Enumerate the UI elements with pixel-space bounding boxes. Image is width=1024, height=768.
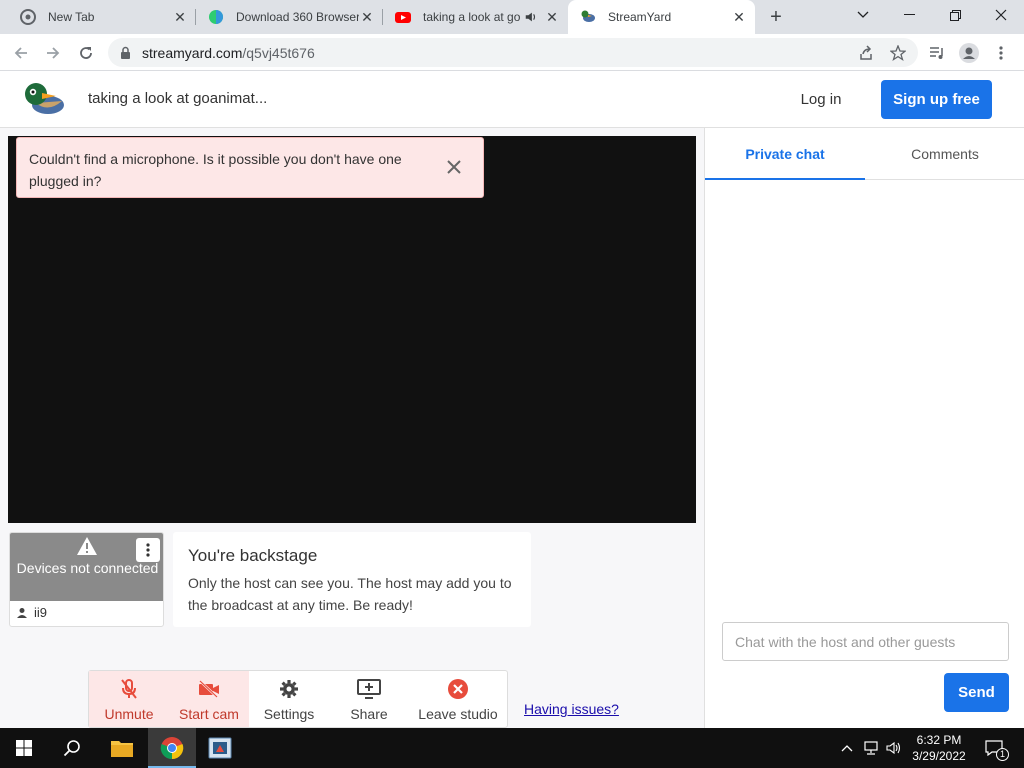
leave-icon (446, 677, 470, 701)
app-taskbar-icon[interactable] (196, 728, 244, 768)
signup-button[interactable]: Sign up free (881, 80, 992, 119)
microphone-alert: Couldn't find a microphone. Is it possib… (16, 137, 484, 198)
browser-tab-strip: New Tab ✕ Download 360 Browser ✕ taking … (0, 0, 1024, 34)
broadcast-title: taking a look at goanimat... (88, 90, 268, 107)
backstage-title: You're backstage (188, 546, 318, 565)
mic-off-icon (117, 677, 141, 701)
browser-tab-360[interactable]: Download 360 Browser ✕ (196, 0, 383, 34)
person-icon (17, 607, 27, 618)
participant-tile[interactable]: Devices not connected ii9 (9, 532, 164, 627)
send-button[interactable]: Send (944, 673, 1009, 712)
studio-controls: Unmute Start cam Settings Share Leave st… (88, 670, 508, 728)
share-page-icon[interactable] (855, 42, 877, 64)
start-windows-icon[interactable] (0, 728, 48, 768)
close-tab-icon[interactable]: ✕ (359, 9, 375, 25)
close-tab-icon[interactable]: ✕ (731, 9, 747, 25)
notification-count-badge: 1 (996, 748, 1009, 761)
participant-name: ii9 (16, 605, 47, 620)
back-arrow-icon[interactable] (10, 42, 32, 64)
share-screen-icon (357, 677, 381, 701)
chat-input[interactable] (722, 622, 1009, 661)
browser-menu-icon[interactable] (990, 42, 1012, 64)
chat-tabs: Private chat Comments (705, 128, 1024, 180)
chat-panel: Private chat Comments Send (704, 128, 1024, 728)
lock-icon[interactable] (120, 46, 131, 59)
leave-studio-button[interactable]: Leave studio (409, 671, 507, 727)
bookmark-star-icon[interactable] (887, 42, 909, 64)
browser-tab-streamyard[interactable]: StreamYard ✕ (568, 0, 755, 34)
tab-title: New Tab (48, 10, 95, 24)
windows-taskbar: 6:32 PM 3/29/2022 1 (0, 728, 1024, 768)
chevron-up-icon[interactable] (838, 740, 856, 756)
profile-avatar-icon[interactable] (958, 42, 980, 64)
close-tab-icon[interactable]: ✕ (544, 9, 560, 25)
close-window-icon[interactable] (978, 0, 1024, 30)
chrome-icon (20, 9, 36, 25)
reload-icon[interactable] (75, 42, 97, 64)
browser-toolbar: streamyard.com/q5vj45t676 (0, 34, 1024, 71)
youtube-icon (395, 12, 411, 23)
having-issues-link[interactable]: Having issues? (524, 701, 619, 717)
tab-private-chat[interactable]: Private chat (705, 128, 865, 180)
chrome-taskbar-icon[interactable] (148, 728, 196, 768)
share-button[interactable]: Share (329, 671, 409, 727)
minimize-icon[interactable] (886, 0, 932, 30)
start-cam-button[interactable]: Start cam (169, 671, 249, 727)
warning-icon (77, 537, 97, 555)
forward-arrow-icon[interactable] (42, 42, 64, 64)
gear-icon (277, 677, 301, 701)
url-text: streamyard.com/q5vj45t676 (142, 45, 315, 61)
file-explorer-icon[interactable] (98, 728, 146, 768)
search-icon[interactable] (48, 728, 96, 768)
close-alert-icon[interactable] (445, 158, 463, 176)
participant-menu-button[interactable] (136, 538, 160, 562)
speaker-icon[interactable] (524, 10, 538, 24)
tab-title: taking a look at goanimate (423, 10, 520, 24)
unmute-button[interactable]: Unmute (89, 671, 169, 727)
tab-title: StreamYard (608, 10, 672, 24)
new-tab-button[interactable]: + (766, 7, 786, 27)
backstage-notice: You're backstage Only the host can see y… (173, 532, 531, 627)
restore-icon[interactable] (932, 0, 978, 30)
app-header: taking a look at goanimat... Log in Sign… (0, 71, 1024, 128)
tab-search-icon[interactable] (840, 0, 886, 30)
system-clock[interactable]: 6:32 PM 3/29/2022 (906, 732, 972, 764)
streamyard-icon (581, 10, 595, 22)
browser-tab-new-tab[interactable]: New Tab ✕ (8, 0, 196, 34)
alert-message: Couldn't find a microphone. Is it possib… (29, 151, 402, 189)
camera-off-icon (197, 677, 221, 701)
login-link[interactable]: Log in (790, 88, 852, 112)
studio-main-area (0, 128, 704, 728)
media-control-icon[interactable] (926, 42, 948, 64)
network-icon[interactable] (862, 740, 880, 756)
settings-button[interactable]: Settings (249, 671, 329, 727)
browser-tab-youtube[interactable]: taking a look at goanimate ✕ (383, 0, 568, 34)
streamyard-duck-logo-icon[interactable] (22, 81, 66, 117)
backstage-text: Only the host can see you. The host may … (188, 575, 512, 613)
address-bar[interactable]: streamyard.com/q5vj45t676 (108, 38, 918, 67)
close-tab-icon[interactable]: ✕ (172, 9, 188, 25)
volume-icon[interactable] (885, 740, 903, 756)
360-browser-icon (209, 10, 223, 24)
tab-title: Download 360 Browser (236, 10, 359, 24)
tab-comments[interactable]: Comments (865, 128, 1024, 180)
